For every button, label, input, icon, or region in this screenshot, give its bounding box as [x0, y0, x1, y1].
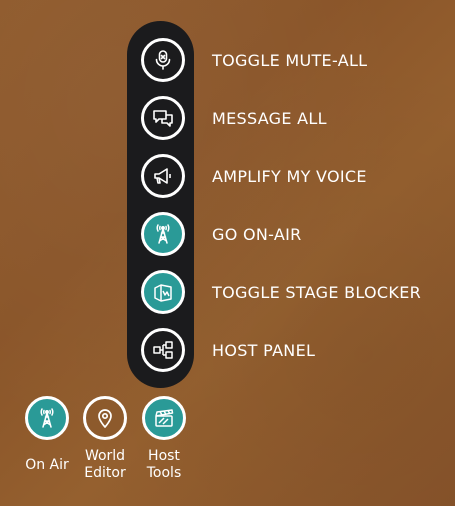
on-air-button[interactable]: On Air	[23, 396, 71, 474]
host-tools-button[interactable]: Host Tools	[140, 396, 188, 482]
toggle-stage-blocker-label: TOGGLE STAGE BLOCKER	[212, 283, 422, 302]
host-panel-label: HOST PANEL	[212, 341, 316, 360]
world-editor-label: World Editor	[84, 448, 126, 481]
on-air-label: On Air	[25, 457, 69, 473]
megaphone-icon	[141, 154, 185, 198]
clapperboard-icon	[142, 396, 186, 440]
map-pin-icon	[83, 396, 127, 440]
world-editor-button[interactable]: World Editor	[81, 396, 129, 482]
message-all-label: MESSAGE ALL	[212, 109, 327, 128]
host-tools-label: Host Tools	[146, 448, 182, 481]
amplify-my-voice-label: AMPLIFY MY VOICE	[212, 167, 367, 186]
toggle-stage-blocker-button[interactable]: TOGGLE STAGE BLOCKER	[141, 270, 451, 314]
stage-blocker-icon	[141, 270, 185, 314]
go-on-air-button[interactable]: GO ON-AIR	[141, 212, 451, 256]
go-on-air-label: GO ON-AIR	[212, 225, 302, 244]
message-all-button[interactable]: MESSAGE ALL	[141, 96, 451, 140]
host-panel-icon	[141, 328, 185, 372]
host-panel-button[interactable]: HOST PANEL	[141, 328, 451, 372]
microphone-icon	[141, 38, 185, 82]
toggle-mute-all-button[interactable]: TOGGLE MUTE-ALL	[141, 38, 451, 82]
broadcast-tower-icon	[25, 396, 69, 440]
toggle-mute-all-label: TOGGLE MUTE-ALL	[212, 51, 368, 70]
amplify-my-voice-button[interactable]: AMPLIFY MY VOICE	[141, 154, 451, 198]
chat-bubbles-icon	[141, 96, 185, 140]
broadcast-tower-icon	[141, 212, 185, 256]
